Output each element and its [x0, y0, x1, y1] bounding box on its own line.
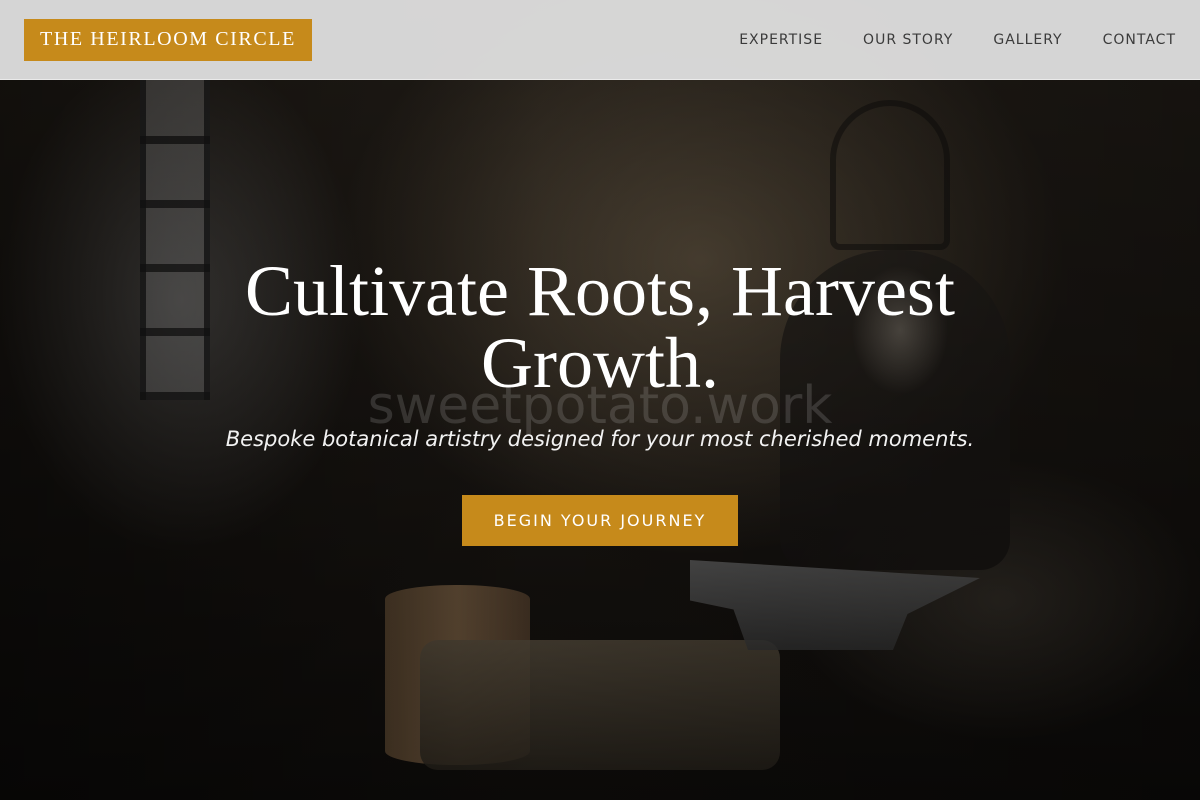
brand-logo[interactable]: THE HEIRLOOM CIRCLE: [24, 18, 312, 61]
nav-item-gallery[interactable]: GALLERY: [993, 32, 1062, 48]
nav-item-expertise[interactable]: EXPERTISE: [739, 32, 823, 48]
nav-item-our-story[interactable]: OUR STORY: [863, 32, 953, 48]
main-nav: EXPERTISE OUR STORY GALLERY CONTACT: [739, 32, 1176, 48]
site-header: THE HEIRLOOM CIRCLE EXPERTISE OUR STORY …: [0, 0, 1200, 80]
hero-section: Cultivate Roots, Harvest Growth. Bespoke…: [0, 255, 1200, 546]
nav-item-contact[interactable]: CONTACT: [1103, 32, 1176, 48]
begin-journey-button[interactable]: BEGIN YOUR JOURNEY: [461, 495, 739, 546]
landing-page: THE HEIRLOOM CIRCLE EXPERTISE OUR STORY …: [0, 0, 1200, 800]
hero-headline: Cultivate Roots, Harvest Growth.: [245, 251, 955, 403]
hero-subtitle: Bespoke botanical artistry designed for …: [225, 427, 975, 451]
